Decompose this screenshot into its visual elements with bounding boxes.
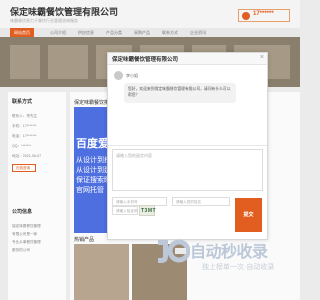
phone-icon — [242, 12, 250, 20]
company-info-title: 公司信息 — [12, 209, 33, 215]
contact-title: 联系方式 — [12, 99, 33, 105]
agent-name: 李小姐 — [126, 73, 138, 78]
contact-line: QQ：******* — [12, 144, 31, 148]
close-icon[interactable]: × — [260, 54, 264, 61]
nav-item-category[interactable]: 产品分类 — [106, 30, 122, 36]
nav-item-purchase[interactable]: 采购产品 — [134, 30, 150, 36]
captcha-image[interactable]: T3MT — [139, 205, 157, 216]
watermark-slogan: 独上榜单一次·自动收录 — [202, 264, 275, 271]
intro-line: 服务的公司 — [12, 248, 30, 252]
nav-item-contact[interactable]: 联系方式 — [162, 30, 178, 36]
contact-line: 地址：2021-06-07 — [12, 154, 42, 158]
intro-line: 保定味霸餐饮管理 — [12, 224, 41, 228]
banner-panel — [48, 45, 88, 79]
site-header: 保定味霸餐饮管理有限公司 味霸餐饮致力于餐饮行业管理咨询服务 17****** — [0, 0, 300, 28]
contact-line: 电话：17******* — [12, 134, 37, 138]
hotline-badge[interactable]: 17****** — [238, 9, 290, 22]
hotline-number: 17****** — [253, 11, 274, 17]
captcha-field[interactable]: 请输入验证码 — [112, 206, 138, 215]
ad-line: 从设计到搭 — [76, 157, 111, 164]
name-field[interactable]: 请输入您的姓名 — [172, 197, 230, 206]
nav-item-news[interactable]: 企业资讯 — [190, 30, 206, 36]
intro-line: 专业从事餐饮管理 — [12, 240, 41, 244]
avatar — [114, 71, 123, 80]
watermark-text: 自动秒收录 — [190, 244, 268, 261]
nav-item-supply[interactable]: 供应信息 — [78, 30, 94, 36]
product-image[interactable] — [74, 244, 129, 300]
divider — [108, 145, 267, 146]
message-textarea[interactable]: 请输入您的留言内容 — [112, 149, 263, 191]
chat-dialog: 保定味霸餐饮管理有限公司 × 李小姐 您好，欢迎来到保定味霸餐饮管理有限公司，请… — [107, 52, 268, 240]
sidebar: 联系方式 联系人：李先生 手机：17******* 电话：17******* Q… — [8, 92, 66, 300]
contact-line: 手机：17******* — [12, 124, 37, 128]
captcha-placeholder: 请输入验证码 — [116, 209, 138, 213]
ad-line: 官网托管 — [76, 187, 104, 194]
nav-item-home[interactable]: 网站首页 — [10, 28, 34, 37]
message-placeholder: 请输入您的留言内容 — [116, 153, 152, 158]
chat-bubble: 您好，欢迎来到保定味霸餐饮管理有限公司，请问有什么可以帮您？ — [124, 83, 236, 103]
hot-products-title: 热销产品 — [74, 237, 95, 243]
online-consult-button[interactable]: 在线咨询 — [12, 164, 36, 172]
name-placeholder: 请输入您的姓名 — [176, 200, 202, 204]
dialog-title: 保定味霸餐饮管理有限公司 — [112, 57, 179, 63]
company-title: 保定味霸餐饮管理有限公司 — [10, 7, 119, 17]
nav-item-about[interactable]: 公司介绍 — [50, 30, 66, 36]
company-subtitle: 味霸餐饮致力于餐饮行业管理咨询服务 — [10, 18, 78, 23]
main-nav: 网站首页 公司介绍 供应信息 产品分类 采购产品 联系方式 企业资讯 — [0, 28, 300, 37]
chat-history: 李小姐 您好，欢迎来到保定味霸餐饮管理有限公司，请问有什么可以帮您？ — [108, 65, 267, 145]
watermark: 自动秒收录 独上榜单一次·自动收录 — [152, 236, 298, 278]
intro-line: 有限公司是一家 — [12, 232, 38, 236]
contact-line: 联系人：李先生 — [12, 114, 38, 118]
ad-title: 百度爱 — [76, 138, 109, 150]
banner-panel — [10, 45, 40, 79]
captcha-code: T3MT — [141, 208, 157, 214]
phone-placeholder: 请输入手机号 — [116, 200, 138, 204]
page: 保定味霸餐饮管理有限公司 味霸餐饮致力于餐饮行业管理咨询服务 17****** … — [0, 0, 300, 300]
dialog-header: 保定味霸餐饮管理有限公司 × — [108, 53, 267, 65]
submit-button[interactable]: 提交 — [235, 198, 262, 232]
watermark-logo-icon — [158, 239, 190, 263]
